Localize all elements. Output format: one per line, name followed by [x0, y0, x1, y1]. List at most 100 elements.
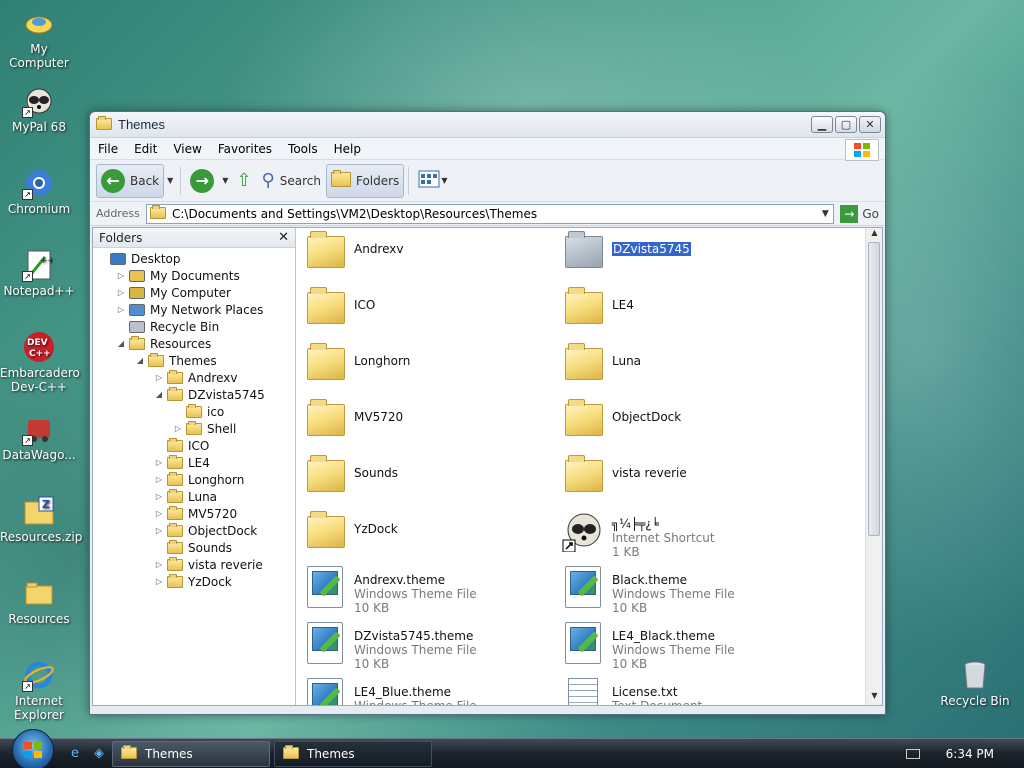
expand-toggle-icon[interactable]: ▷ [116, 271, 126, 280]
desktop-icon-devcpp[interactable]: DEV C++ Embarcadero Dev-C++ [0, 330, 80, 394]
menu-favorites[interactable]: Favorites [218, 142, 272, 156]
up-folder-button[interactable]: ⇧ [231, 164, 256, 198]
show-desktop-icon[interactable]: ◈ [90, 745, 108, 763]
tree-node[interactable]: ▷ LE4 [93, 454, 295, 471]
tree-node[interactable]: Sounds [93, 539, 295, 556]
tree-node[interactable]: ◢ DZvista5745 [93, 386, 295, 403]
tree-node[interactable]: ▷ Shell [93, 420, 295, 437]
file-item[interactable]: DZvista5745.theme Windows Theme File 10 KB [304, 622, 554, 671]
folder-item[interactable]: ObjectDock [562, 398, 812, 440]
address-input[interactable]: C:\Documents and Settings\VM2\Desktop\Re… [146, 203, 835, 224]
desktop-icon-internet-explorer[interactable]: ↗ Internet Explorer [0, 658, 78, 722]
file-item[interactable]: Andrexv.theme Windows Theme File 10 KB [304, 566, 554, 615]
file-item[interactable]: ╗¼╞╤¿╘ Internet Shortcut 1 KB [562, 510, 812, 559]
file-item[interactable]: License.txtText Document [562, 678, 812, 705]
tree-node[interactable]: Recycle Bin [93, 318, 295, 335]
scrollbar-thumb[interactable] [868, 242, 880, 536]
folder-item[interactable]: LE4 [562, 286, 812, 328]
folder-item[interactable]: vista reverie [562, 454, 812, 496]
expand-toggle-icon[interactable]: ◢ [154, 390, 164, 399]
desktop-icon-mypal[interactable]: ↗ MyPal 68 [0, 84, 78, 134]
tree-node[interactable]: ICO [93, 437, 295, 454]
close-button[interactable]: ✕ [859, 116, 881, 133]
minimize-button[interactable]: ▁ [811, 116, 833, 133]
taskbar-button-themes[interactable]: Themes [112, 740, 270, 767]
clock[interactable]: 6:34 PM [946, 747, 994, 761]
tree-node[interactable]: ▷ Luna [93, 488, 295, 505]
title-bar[interactable]: Themes ▁ ▢ ✕ [90, 112, 885, 138]
tree-node[interactable]: ▷ YzDock [93, 573, 295, 590]
folder-item[interactable]: Andrexv [304, 230, 554, 272]
start-button[interactable] [12, 728, 54, 768]
desktop-icon-resources-zip[interactable]: Z Resources.zip [0, 494, 82, 544]
desktop-icon-recycle-bin[interactable]: Recycle Bin [936, 658, 1014, 708]
tree-node[interactable]: ▷ MV5720 [93, 505, 295, 522]
desktop-icon-my-computer[interactable]: My Computer [0, 6, 78, 70]
folder-icon [304, 286, 346, 328]
expand-toggle-icon[interactable]: ▷ [154, 373, 164, 382]
menu-file[interactable]: File [98, 142, 118, 156]
address-dropdown-icon[interactable]: ▼ [817, 205, 833, 223]
expand-toggle-icon[interactable]: ▷ [154, 577, 164, 586]
taskbar-button-themes-active[interactable]: Themes [274, 740, 432, 767]
expand-toggle-icon[interactable]: ◢ [116, 339, 126, 348]
expand-toggle-icon[interactable]: ◢ [135, 356, 145, 365]
back-dropdown-button[interactable]: ▼ [164, 164, 176, 198]
folders-button[interactable]: Folders [325, 163, 405, 198]
tree-node[interactable]: ▷ ObjectDock [93, 522, 295, 539]
back-button[interactable]: ← Back [96, 163, 165, 198]
folder-item[interactable]: DZvista5745 [562, 230, 812, 272]
tree-node[interactable]: ▷ My Documents [93, 267, 295, 284]
folder-item[interactable]: Longhorn [304, 342, 554, 384]
go-button[interactable]: → Go [840, 204, 879, 223]
tree-node[interactable]: ▷ My Network Places [93, 301, 295, 318]
expand-toggle-icon[interactable]: ▷ [173, 424, 183, 433]
forward-button[interactable]: → [185, 164, 219, 198]
tree-node[interactable]: ▷ My Computer [93, 284, 295, 301]
folder-item[interactable]: YzDock [304, 510, 554, 552]
scroll-up-icon[interactable]: ▲ [866, 228, 882, 242]
expand-toggle-icon[interactable]: ▷ [154, 509, 164, 518]
expand-toggle-icon[interactable]: ▷ [154, 526, 164, 535]
desktop-icon-chromium[interactable]: ↗ Chromium [0, 166, 78, 216]
keyboard-icon[interactable] [905, 748, 920, 759]
scroll-down-icon[interactable]: ▼ [866, 691, 882, 705]
folder-icon [562, 342, 604, 384]
expand-toggle-icon[interactable]: ▷ [154, 492, 164, 501]
menu-view[interactable]: View [173, 142, 201, 156]
expand-toggle-icon[interactable]: ▷ [154, 475, 164, 484]
expand-toggle-icon[interactable]: ▷ [116, 288, 126, 297]
menu-edit[interactable]: Edit [134, 142, 157, 156]
folder-item[interactable]: MV5720 [304, 398, 554, 440]
desktop-icon-datawagon[interactable]: ↗ DataWago... [0, 412, 78, 462]
desktop-icon-notepadpp[interactable]: ++ ↗ Notepad++ [0, 248, 78, 298]
views-button[interactable]: ▼ [413, 164, 452, 198]
tree-node[interactable]: ▷ Longhorn [93, 471, 295, 488]
tree-node[interactable]: Desktop [93, 250, 295, 267]
menu-tools[interactable]: Tools [288, 142, 318, 156]
tree-node[interactable]: ▷ Andrexv [93, 369, 295, 386]
folder-item[interactable]: Luna [562, 342, 812, 384]
expand-toggle-icon[interactable]: ▷ [154, 458, 164, 467]
internet-explorer-icon[interactable]: e [66, 745, 84, 763]
file-item[interactable]: Black.theme Windows Theme File 10 KB [562, 566, 812, 615]
tree-node[interactable]: ▷ vista reverie [93, 556, 295, 573]
desktop-icon-resources[interactable]: Resources [0, 576, 78, 626]
forward-dropdown-button[interactable]: ▼ [219, 164, 231, 198]
window-title: Themes [118, 117, 165, 132]
maximize-button[interactable]: ▢ [835, 116, 857, 133]
expand-toggle-icon[interactable]: ▷ [116, 305, 126, 314]
file-item[interactable]: LE4_Black.theme Windows Theme File 10 KB [562, 622, 812, 671]
folder-item[interactable]: Sounds [304, 454, 554, 496]
close-icon[interactable]: ✕ [278, 230, 289, 245]
tree-node[interactable]: ◢ Themes [93, 352, 295, 369]
tree-node[interactable]: ico [93, 403, 295, 420]
vertical-scrollbar[interactable]: ▲ ▼ [865, 228, 882, 705]
item-name: DZvista5745.theme [354, 629, 474, 643]
search-button[interactable]: ⚲ Search [257, 164, 326, 198]
file-item[interactable]: LE4_Blue.themeWindows Theme File [304, 678, 554, 705]
folder-item[interactable]: ICO [304, 286, 554, 328]
menu-help[interactable]: Help [334, 142, 361, 156]
expand-toggle-icon[interactable]: ▷ [154, 560, 164, 569]
tree-node[interactable]: ◢ Resources [93, 335, 295, 352]
